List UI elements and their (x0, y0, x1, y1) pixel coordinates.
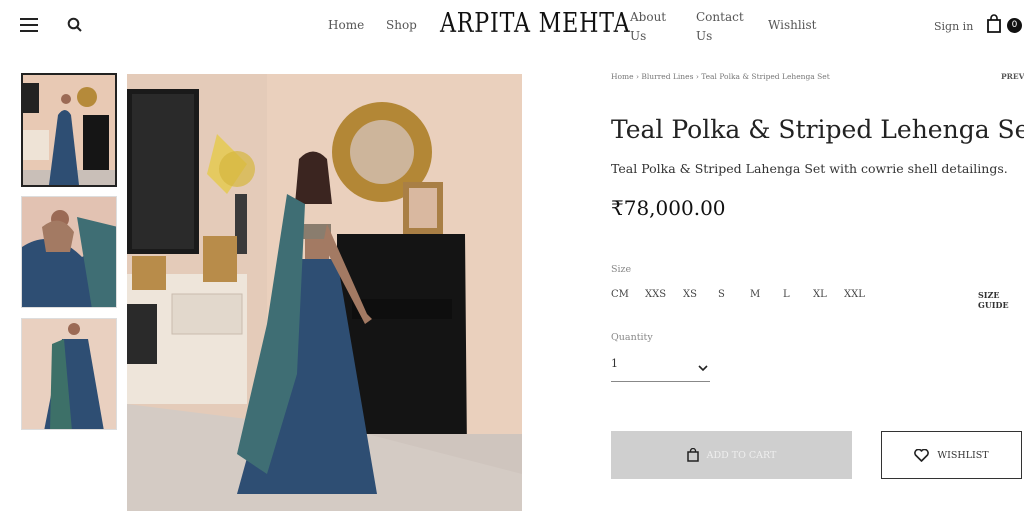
size-option-cm[interactable]: CM (611, 289, 629, 300)
quantity-value: 1 (611, 357, 618, 370)
thumbnail-photo-1 (23, 75, 115, 185)
wishlist-label: WISHLIST (937, 449, 989, 461)
prev-link[interactable]: PREV (1001, 72, 1024, 81)
chevron-down-icon (698, 365, 708, 372)
nav-home[interactable]: Home (328, 18, 364, 32)
size-guide-link[interactable]: SIZE GUIDE (978, 290, 1024, 310)
product-title: Teal Polka & Striped Lehenga Set (611, 115, 1024, 144)
thumbnail-2[interactable] (21, 196, 117, 308)
thumbnail-photo-2 (22, 197, 116, 307)
main-product-image[interactable] (127, 74, 522, 511)
search-icon[interactable] (67, 17, 83, 33)
nav-shop[interactable]: Shop (386, 18, 417, 32)
breadcrumb-separator: › (695, 72, 699, 81)
sign-in-link[interactable]: Sign in (934, 20, 973, 33)
brand-logo[interactable]: ARPITA MEHTA (440, 8, 630, 39)
thumbnail-3[interactable] (21, 318, 117, 430)
main-product-photo (127, 74, 522, 511)
product-price: ₹78,000.00 (611, 196, 726, 220)
size-option-m[interactable]: M (750, 289, 760, 300)
thumbnail-1[interactable] (21, 73, 117, 187)
breadcrumb-separator: › (636, 72, 639, 81)
shopping-bag-icon[interactable] (986, 14, 1004, 34)
breadcrumb-home[interactable]: Home (611, 72, 634, 81)
breadcrumb-current: Teal Polka & Striped Lehenga Set (701, 72, 830, 81)
breadcrumb-collection[interactable]: Blurred Lines (641, 72, 693, 81)
size-option-xs[interactable]: XS (683, 289, 697, 300)
nav-wishlist[interactable]: Wishlist (768, 18, 817, 32)
quantity-select[interactable]: 1 (611, 357, 710, 382)
shopping-bag-icon (686, 448, 699, 462)
heart-icon (914, 448, 930, 462)
product-description: Teal Polka & Striped Lahenga Set with co… (611, 161, 1008, 176)
quantity-label: Quantity (611, 332, 653, 343)
add-to-cart-label: ADD TO CART (706, 449, 777, 461)
nav-contact-us[interactable]: Contact Us (696, 8, 744, 46)
add-to-cart-button[interactable]: ADD TO CART (611, 431, 852, 479)
cart-count-badge: 0 (1007, 18, 1022, 33)
size-option-s[interactable]: S (718, 289, 725, 300)
size-option-xxs[interactable]: XXS (645, 289, 666, 300)
hamburger-menu-icon[interactable] (20, 18, 38, 32)
wishlist-button[interactable]: WISHLIST (881, 431, 1022, 479)
size-option-l[interactable]: L (783, 289, 790, 300)
size-label: Size (611, 264, 632, 275)
nav-about-us[interactable]: About Us (630, 8, 666, 46)
size-option-xxl[interactable]: XXL (844, 289, 865, 300)
size-option-xl[interactable]: XL (813, 289, 827, 300)
breadcrumb: Home › Blurred Lines › Teal Polka & Stri… (611, 72, 830, 81)
thumbnail-photo-3 (22, 319, 116, 429)
